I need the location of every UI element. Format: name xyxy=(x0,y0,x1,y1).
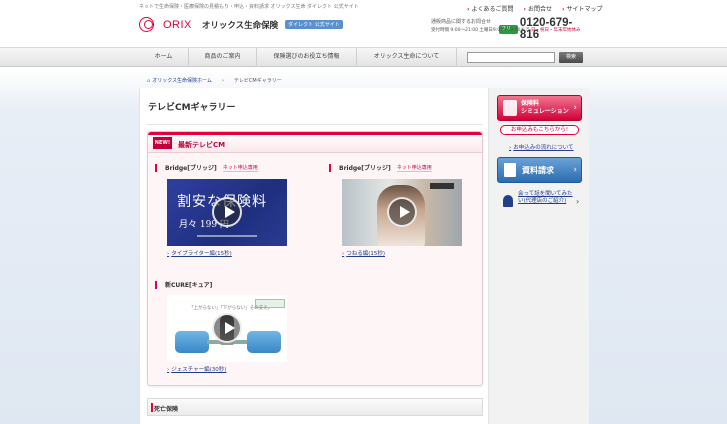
video-product-label: Bridge[ブリッジ] ネット申込専用 xyxy=(155,163,258,172)
breadcrumb-home[interactable]: オリックス生命保険ホーム xyxy=(147,77,212,84)
phone-contact: 通販商品に関するお問合せ フリー 0120-679-816 受付時間 9:00～… xyxy=(431,17,591,41)
logo-word: ORIX xyxy=(163,18,192,31)
page-title: テレビCMギャラリー xyxy=(148,103,236,113)
consult-link-label: 会って話を聞いてみたい(代理店のご紹介) xyxy=(518,191,573,204)
global-nav: ホーム 商品のご案内 保険選びのお役立ち情報 オリックス生命について 検索 xyxy=(139,47,589,67)
chevron-right-icon: › xyxy=(576,197,580,206)
new-badge: NEW! xyxy=(153,137,172,149)
latest-cm-header: NEW! 最新テレビCM xyxy=(148,132,482,153)
video-caption-link[interactable]: タイプライター編(15秒) xyxy=(167,249,232,257)
search-input[interactable] xyxy=(467,52,555,63)
nav-guide[interactable]: 保険選びのお役立ち情報 xyxy=(257,47,357,67)
person-icon xyxy=(503,195,513,207)
sitemap-link[interactable]: サイトマップ xyxy=(562,4,602,13)
title-divider xyxy=(147,124,483,125)
site-logo[interactable]: ORIX オリックス生命保険 ダイレクト 公式サイト xyxy=(139,17,343,32)
breadcrumb: オリックス生命保険ホーム › テレビCMギャラリー xyxy=(147,77,282,85)
phone-closed: 日・祝日・年末年始休み xyxy=(530,28,581,33)
sidebar xyxy=(489,88,589,424)
agent-consult-link[interactable]: 会って話を聞いてみたい(代理店のご紹介) › xyxy=(503,191,585,215)
nav-about[interactable]: オリックス生命について xyxy=(357,47,457,67)
video-thumbnail[interactable]: 割安な保険料 月々 199 円 xyxy=(167,179,287,246)
breadcrumb-current: テレビCMギャラリー xyxy=(233,78,282,84)
play-icon[interactable] xyxy=(212,313,242,343)
net-only-tag: ネット申込専用 xyxy=(222,164,258,172)
video-product-label: 新CURE[キュア] xyxy=(155,280,212,289)
breadcrumb-separator-icon: › xyxy=(221,77,224,84)
site-tagline: ネットで生命保険・医療保険の見積もり・申込・資料請求 オリックス生命 ダイレクト… xyxy=(139,4,359,10)
section2-title: 死亡保険 xyxy=(154,406,179,413)
thumbnail-text: 「上がらない」「下がらない」その支え。 xyxy=(189,306,273,311)
video-caption-link[interactable]: ジェスチャー編(30秒) xyxy=(167,365,226,373)
faq-link[interactable]: よくあるご質問 xyxy=(467,4,513,13)
company-name: オリックス生命保険 xyxy=(201,20,279,31)
play-icon[interactable] xyxy=(387,197,417,227)
application-flow-link[interactable]: お申込みの流れについて xyxy=(509,143,573,151)
site-badge: ダイレクト 公式サイト xyxy=(285,20,343,29)
death-insurance-section-header: 死亡保険 xyxy=(147,398,483,416)
video-thumbnail[interactable]: 「上がらない」「下がらない」その支え。 xyxy=(167,295,287,362)
premium-simulation-button[interactable]: 保険料 シミュレーション › xyxy=(497,95,582,121)
video-caption-link[interactable]: つねる編(15秒) xyxy=(342,249,385,257)
calculator-icon xyxy=(503,100,517,116)
nav-products[interactable]: 商品のご案内 xyxy=(189,47,257,67)
search-button[interactable]: 検索 xyxy=(559,52,583,63)
phone-hours: 受付時間 9:00～21:00 土曜日9:00～18:00まで 日・祝日・年末年… xyxy=(431,28,581,33)
orix-logo-icon xyxy=(139,17,159,32)
apply-here-badge[interactable]: お申込みもこちらから! xyxy=(500,125,579,135)
contact-link[interactable]: お問合せ xyxy=(524,4,552,13)
chevron-right-icon: › xyxy=(573,165,577,175)
chevron-right-icon: › xyxy=(573,103,577,113)
video-product-label: Bridge[ブリッジ] ネット申込専用 xyxy=(329,163,432,172)
utility-links: よくあるご質問 お問合せ サイトマップ xyxy=(467,4,602,13)
latest-cm-title: 最新テレビCM xyxy=(178,141,226,149)
sim-button-label: 保険料 シミュレーション xyxy=(521,100,569,115)
play-icon[interactable] xyxy=(212,197,242,227)
document-icon xyxy=(504,163,516,177)
document-request-button[interactable]: 資料請求 › xyxy=(497,157,582,183)
latest-cm-panel: NEW! 最新テレビCM Bridge[ブリッジ] ネット申込専用 割安な保険料… xyxy=(147,131,483,386)
request-button-label: 資料請求 xyxy=(522,165,554,175)
nav-home[interactable]: ホーム xyxy=(139,47,189,67)
video-thumbnail[interactable] xyxy=(342,179,462,246)
net-only-tag: ネット申込専用 xyxy=(396,164,432,172)
phone-label: 通販商品に関するお問合せ xyxy=(431,19,492,25)
